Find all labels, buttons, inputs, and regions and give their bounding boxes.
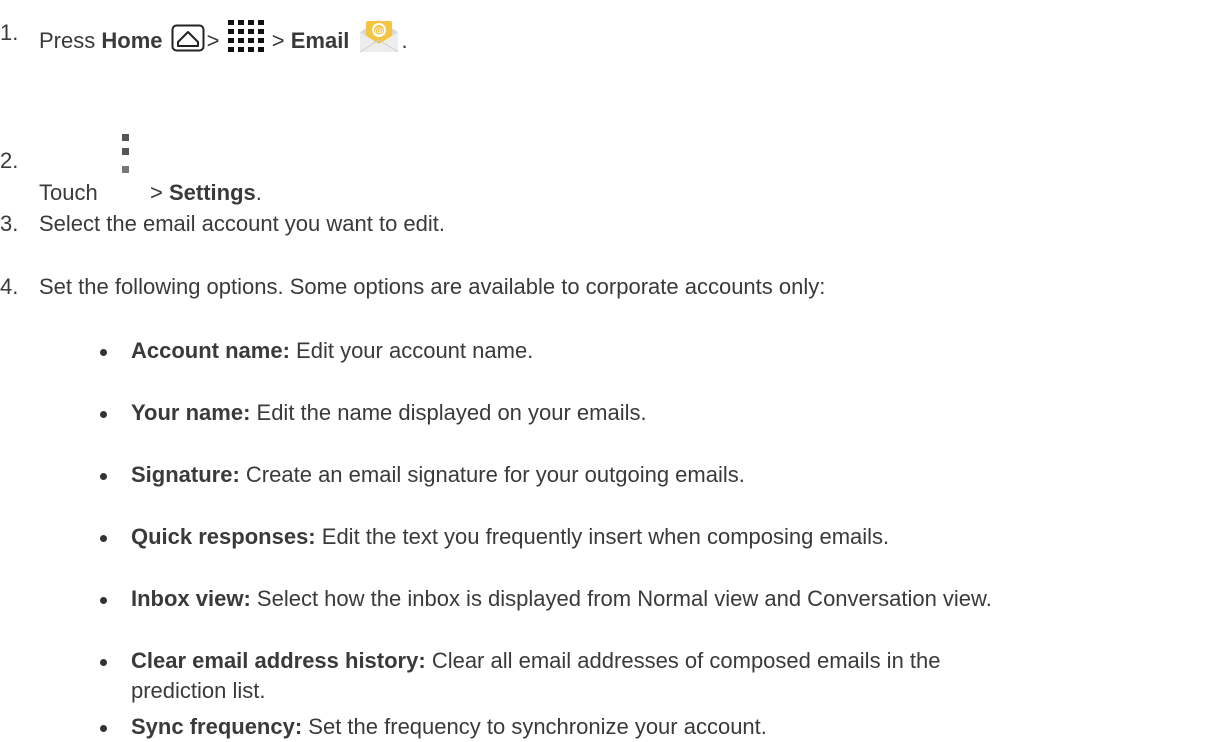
step-end: . xyxy=(255,180,262,205)
option-desc-continued: prediction list. xyxy=(131,678,266,703)
step-text: Select the email account you want to edi… xyxy=(39,211,446,236)
option-label: Account name: xyxy=(131,338,290,363)
apps-grid-icon xyxy=(227,20,264,60)
option-desc: Create an email signature for your outgo… xyxy=(245,462,745,487)
separator: > xyxy=(271,28,285,53)
option-label: Quick responses: xyxy=(131,524,316,549)
option-label: Signature: xyxy=(131,462,240,487)
option-desc: Set the frequency to synchronize your ac… xyxy=(308,714,767,739)
svg-text:@: @ xyxy=(374,27,383,37)
option-label: Clear email address history: xyxy=(131,648,426,673)
step-prefix: Touch xyxy=(39,180,98,205)
step-prefix: Press xyxy=(39,28,96,53)
settings-label: Settings xyxy=(168,180,256,205)
option-desc: Edit the text you frequently insert when… xyxy=(321,524,890,549)
separator: > xyxy=(206,28,220,53)
email-label: Email xyxy=(290,28,350,53)
option-label: Sync frequency: xyxy=(131,714,303,739)
home-icon xyxy=(171,24,205,60)
option-desc: Clear all email addresses of composed em… xyxy=(431,648,941,673)
bullet-dot xyxy=(100,473,107,480)
bullet-dot xyxy=(100,535,107,542)
step-text: Set the following options. Some options … xyxy=(39,274,826,299)
option-label: Inbox view: xyxy=(131,586,251,611)
bullet-dot xyxy=(100,659,107,666)
step-number: 2. xyxy=(0,148,19,173)
option-desc: Edit the name displayed on your emails. xyxy=(256,400,647,425)
option-desc: Select how the inbox is displayed from N… xyxy=(256,586,992,611)
step-number: 1. xyxy=(0,20,19,45)
option-label: Your name: xyxy=(131,400,251,425)
option-desc: Edit your account name. xyxy=(296,338,534,363)
step-text: Touch > Settings. xyxy=(39,134,262,208)
bullet-dot xyxy=(100,725,107,732)
step-number: 4. xyxy=(0,274,19,299)
step-end: . xyxy=(401,28,408,53)
step-number: 3. xyxy=(0,211,19,236)
email-app-icon: @ xyxy=(358,18,400,62)
step-text: Press Home > > Email @ . xyxy=(39,18,408,62)
bullet-dot xyxy=(100,411,107,418)
separator: > xyxy=(149,180,163,205)
home-label: Home xyxy=(101,28,163,53)
menu-more-icon xyxy=(121,134,130,202)
bullet-dot xyxy=(100,597,107,604)
bullet-dot xyxy=(100,349,107,356)
